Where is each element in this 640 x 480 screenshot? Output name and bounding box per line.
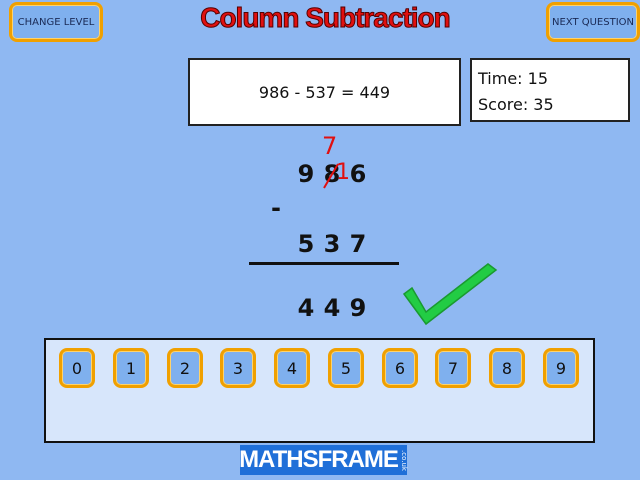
change-level-button[interactable]: CHANGE LEVEL bbox=[9, 2, 103, 42]
key-3[interactable]: 3 bbox=[220, 348, 256, 388]
bottom-hundreds-digit: 5 bbox=[297, 230, 315, 258]
answer-hundreds-digit: 4 bbox=[297, 294, 315, 322]
answer-line bbox=[249, 262, 399, 265]
key-4[interactable]: 4 bbox=[274, 348, 310, 388]
logo-text: MATHSFRAME bbox=[239, 446, 399, 473]
equation-display: 986 - 537 = 449 bbox=[188, 58, 461, 126]
page-title: Column Subtraction bbox=[200, 2, 452, 34]
key-5[interactable]: 5 bbox=[328, 348, 364, 388]
score-readout: Score: 35 bbox=[478, 95, 554, 114]
stats-panel: Time: 15 Score: 35 bbox=[470, 58, 630, 122]
carry-digit: 7 bbox=[322, 132, 338, 160]
key-8[interactable]: 8 bbox=[489, 348, 525, 388]
logo-suffix: .co.uk bbox=[399, 449, 408, 471]
minus-operator: - bbox=[271, 194, 281, 222]
next-question-button[interactable]: NEXT QUESTION bbox=[546, 2, 640, 42]
key-1[interactable]: 1 bbox=[113, 348, 149, 388]
answer-tens-digit: 4 bbox=[323, 294, 341, 322]
time-readout: Time: 15 bbox=[478, 69, 548, 88]
bottom-units-digit: 7 bbox=[349, 230, 367, 258]
mathsframe-logo[interactable]: MATHSFRAME .co.uk bbox=[239, 445, 408, 475]
key-0[interactable]: 0 bbox=[59, 348, 95, 388]
key-9[interactable]: 9 bbox=[543, 348, 579, 388]
answer-units-digit: 9 bbox=[349, 294, 367, 322]
key-7[interactable]: 7 bbox=[435, 348, 471, 388]
bottom-tens-digit: 3 bbox=[323, 230, 341, 258]
key-2[interactable]: 2 bbox=[167, 348, 203, 388]
top-units-digit: 6 bbox=[349, 160, 367, 188]
checkmark-icon bbox=[402, 263, 498, 326]
key-6[interactable]: 6 bbox=[382, 348, 418, 388]
top-hundreds-digit: 9 bbox=[297, 160, 315, 188]
number-keypad: 0 1 2 3 4 5 6 7 8 9 bbox=[44, 338, 595, 443]
